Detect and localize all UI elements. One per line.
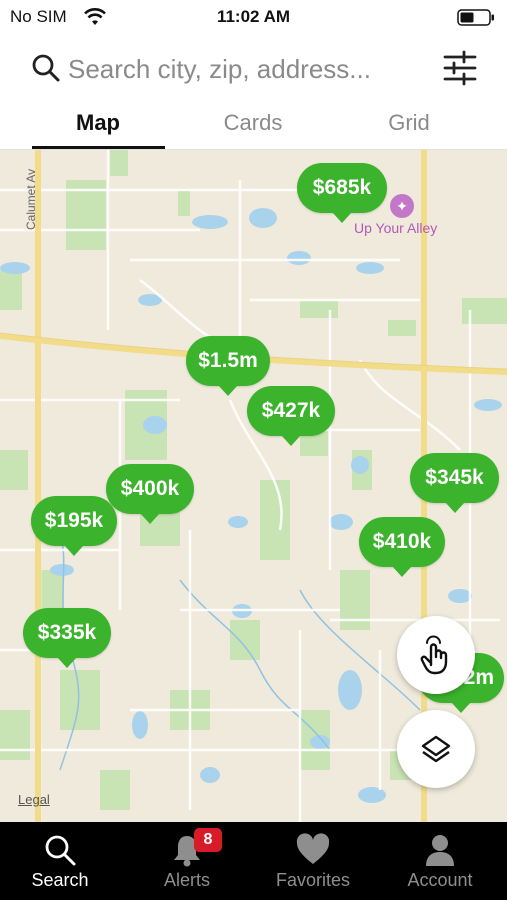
draw-area-button[interactable] [397,616,475,694]
tabbar-label: Favorites [275,870,351,890]
price-pin[interactable]: $427k [247,386,335,446]
search-icon [45,835,76,866]
status-bar: No SIM 11:02 AM [0,0,507,36]
price-pin[interactable]: $345k [410,453,499,513]
layers-icon [421,735,451,763]
restaurant-icon: ✦ [390,194,414,218]
clock: 11:02 AM [216,7,291,26]
tab-map[interactable]: Map [31,110,165,136]
tabbar-item-alerts[interactable]: Alerts [124,822,250,900]
search-input[interactable] [68,50,428,88]
street-label: Calumet Av [24,168,38,230]
price-pin[interactable]: $400k [106,464,194,524]
price-pin[interactable]: $410k [359,517,445,577]
map-view[interactable]: Calumet Av ✦ Up Your Alley $685k $1.5m $… [0,150,507,822]
tabbar-item-search[interactable]: Search [0,822,123,900]
bottom-tab-bar: Search Alerts 8 Favorites Account [0,822,507,900]
tabbar-label: Account [407,870,473,890]
search-bar [0,40,507,98]
battery-icon [457,9,494,26]
hand-pointer-icon [420,635,448,675]
legal-link[interactable]: Legal [18,792,50,807]
active-tab-indicator [32,146,165,149]
tabbar-item-favorites[interactable]: Favorites [250,822,376,900]
tabbar-label: Alerts [163,870,210,890]
tabbar-item-account[interactable]: Account [377,822,503,900]
search-icon [32,54,60,82]
heart-icon [296,833,330,864]
poi-marker[interactable]: ✦ [390,194,414,218]
price-pin[interactable]: $685k [297,163,387,223]
tab-cards[interactable]: Cards [186,110,320,136]
price-pin[interactable]: $335k [23,608,111,668]
poi-label: Up Your Alley [354,220,438,236]
map-layers-button[interactable] [397,710,475,788]
tab-grid[interactable]: Grid [342,110,476,136]
price-pin[interactable]: $195k [31,496,117,556]
view-tabs: Map Cards Grid [0,100,507,150]
filter-sliders-icon[interactable] [440,48,480,88]
person-icon [426,835,454,866]
alerts-badge: 8 [194,828,222,852]
tabbar-label: Search [31,870,89,890]
price-pin[interactable]: $1.5m [186,336,270,396]
